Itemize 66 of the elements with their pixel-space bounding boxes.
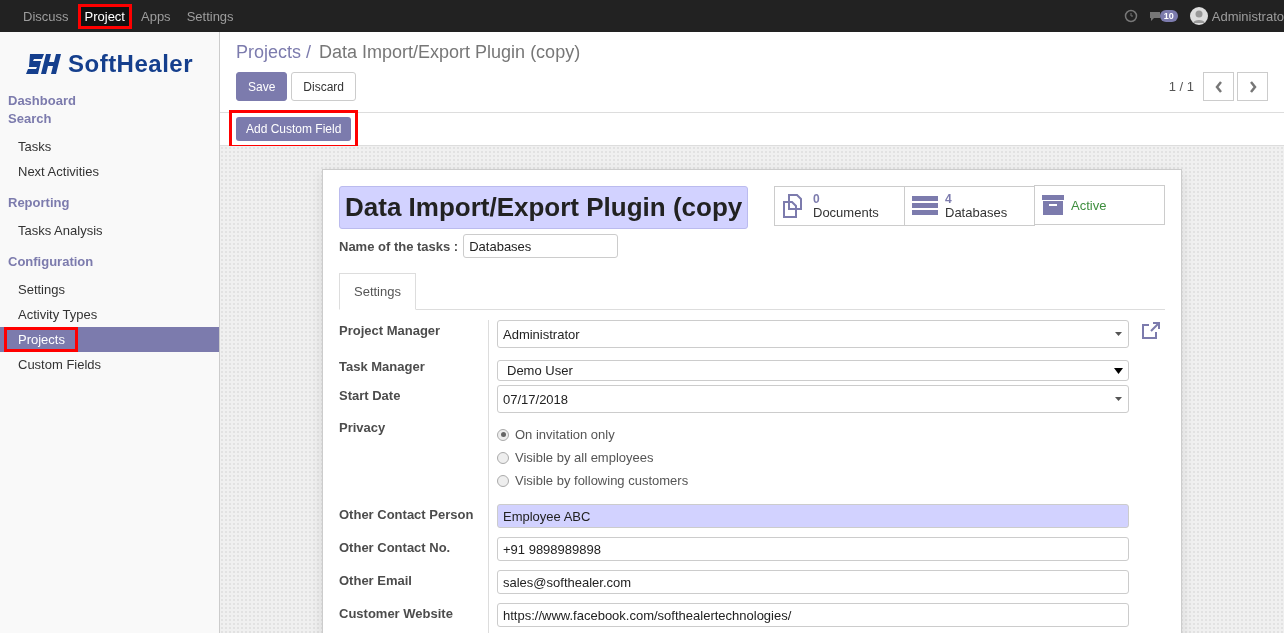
section-title[interactable]: Search	[0, 110, 219, 128]
input-field[interactable]: sales@softhealer.com	[497, 570, 1129, 594]
sidebar-item[interactable]: Settings	[0, 277, 219, 302]
avatar-icon	[1189, 7, 1208, 25]
logo-text: SoftHealer	[67, 50, 193, 78]
message-count: 10	[1159, 10, 1178, 22]
field-label: Other Contact Person	[339, 504, 489, 537]
add-custom-field-button[interactable]: Add Custom Field	[236, 117, 352, 141]
sidebar-item[interactable]: Custom Fields	[0, 352, 219, 377]
radio-button[interactable]	[497, 451, 509, 464]
breadcrumb-current: Data Import/Export Plugin (copy)	[319, 42, 581, 63]
input-field[interactable]: +91 9898989898	[497, 537, 1129, 561]
menu-item[interactable]: Discuss	[16, 3, 76, 29]
chevron-right-icon	[1248, 80, 1257, 93]
sidebar-item[interactable]: Tasks	[0, 134, 219, 159]
field-label: Project Manager	[339, 320, 489, 356]
field-label: Customer Website	[339, 603, 489, 633]
section-title[interactable]: Dashboard	[0, 92, 219, 110]
menu-item[interactable]: Project	[77, 3, 132, 29]
input-field[interactable]: Databases	[463, 234, 619, 258]
radio-button[interactable]	[497, 474, 509, 487]
next-button[interactable]	[1237, 72, 1268, 101]
database-icon	[911, 194, 939, 218]
caret-icon	[1114, 331, 1123, 337]
title-field[interactable]: Data Import/Export Plugin (copy	[339, 186, 749, 229]
tab[interactable]: Settings	[339, 273, 416, 310]
radio-option[interactable]: Visible by following customers	[497, 469, 1129, 492]
chevron-left-icon	[1214, 80, 1223, 93]
dropdown-field[interactable]: 07/17/2018	[497, 385, 1129, 413]
sidebar-item[interactable]: Tasks Analysis	[0, 218, 219, 243]
input-field[interactable]: https://www.facebook.com/softhealertechnologies/	[497, 603, 1129, 627]
radio-button[interactable]	[497, 428, 509, 441]
field-label: Task Manager	[339, 356, 489, 385]
sidebar-item[interactable]: Activity Types	[0, 302, 219, 327]
external-link-icon[interactable]	[1141, 322, 1161, 340]
caret-icon	[1114, 396, 1123, 402]
stat-button[interactable]: Active	[1034, 185, 1165, 225]
chat-icon[interactable]	[1149, 11, 1160, 21]
save-button[interactable]: Save	[236, 72, 288, 101]
breadcrumb-link[interactable]: Projects /	[236, 42, 312, 63]
menu-item[interactable]: Settings	[179, 3, 241, 29]
stat-button[interactable]: 4 Databases	[904, 186, 1035, 226]
field-label: Other Contact No.	[339, 537, 489, 570]
discard-button[interactable]: Discard	[291, 72, 357, 101]
menu-item[interactable]: Apps	[134, 3, 178, 29]
caret-icon	[1114, 367, 1123, 374]
field-label: Start Date	[339, 385, 489, 417]
radio-option[interactable]: On invitation only	[497, 423, 1129, 446]
section-title[interactable]: Reporting	[0, 194, 219, 212]
field-label: Privacy	[339, 417, 489, 504]
previous-button[interactable]	[1203, 72, 1234, 101]
input-field[interactable]: Employee ABC	[497, 504, 1129, 528]
select-field[interactable]: Demo User	[497, 360, 1129, 381]
dropdown-field[interactable]: Administrator	[497, 320, 1129, 348]
logo-mark-icon	[25, 54, 62, 74]
user-menu[interactable]: Administrato	[1189, 7, 1284, 25]
archive-icon	[1041, 193, 1065, 217]
stat-button[interactable]: 0 Documents	[774, 186, 905, 226]
sidebar-item[interactable]: Projects	[0, 327, 219, 352]
field-label: Other Email	[339, 570, 489, 603]
clock-icon[interactable]	[1123, 9, 1138, 23]
sidebar-item[interactable]: Next Activities	[0, 159, 219, 184]
section-title[interactable]: Configuration	[0, 253, 219, 271]
field-label: Name of the tasks :	[339, 238, 459, 254]
pager-text: 1 / 1	[1168, 79, 1194, 94]
radio-option[interactable]: Visible by all employees	[497, 446, 1129, 469]
